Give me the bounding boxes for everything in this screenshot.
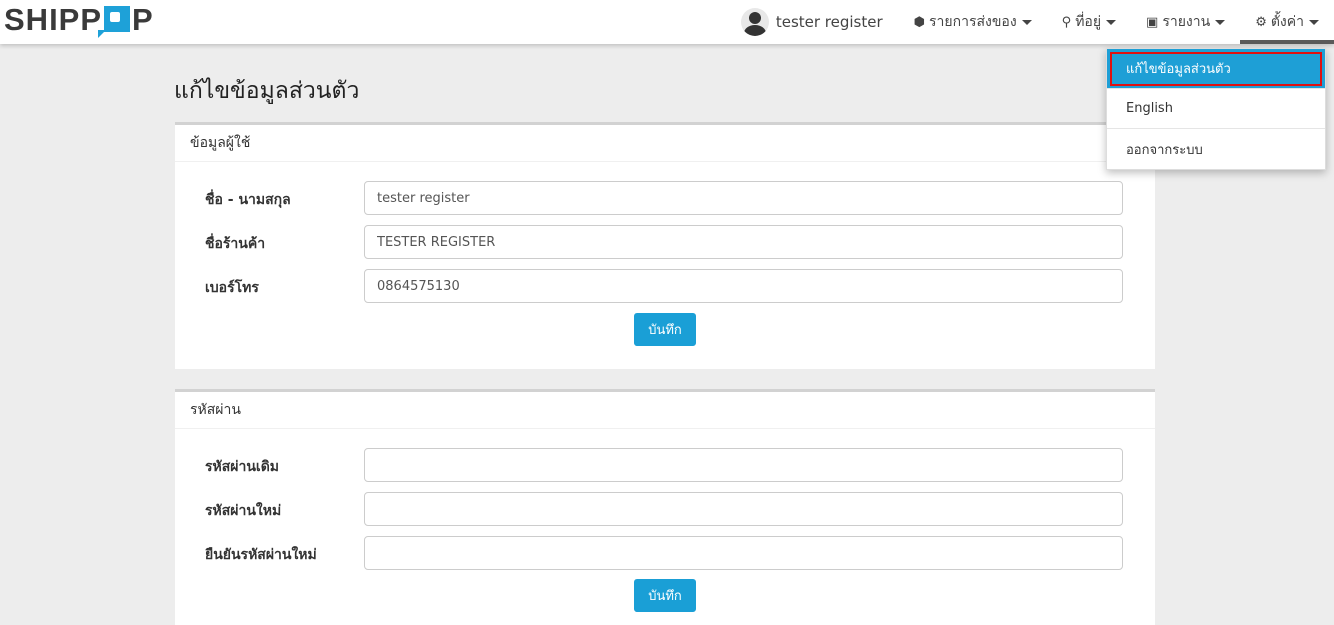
logo-text-left: SHIPP bbox=[4, 2, 103, 37]
user-info-panel: ข้อมูลผู้ใช้ ชื่อ - นามสกุล ชื่อร้านค้า … bbox=[175, 122, 1155, 369]
caret-down-icon bbox=[1215, 19, 1226, 25]
shopname-label: ชื่อร้านค้า bbox=[205, 236, 266, 252]
confirm-password-label: ยืนยันรหัสผ่านใหม่ bbox=[205, 547, 317, 563]
nav-menu: tester register ⬢ รายการส่งของ ⚲ ที่อยู่… bbox=[725, 0, 1334, 44]
form-row-shopname: ชื่อร้านค้า bbox=[175, 225, 1155, 259]
fullname-label: ชื่อ - นามสกุล bbox=[205, 192, 291, 208]
page-title: แก้ไขข้อมูลส่วนตัว bbox=[174, 78, 360, 104]
form-row-new-password: รหัสผ่านใหม่ bbox=[175, 492, 1155, 526]
nav-item-settings[interactable]: ⚙ ตั้งค่า bbox=[1240, 0, 1334, 44]
user-menu[interactable]: tester register bbox=[725, 0, 899, 44]
form-row-confirm-password: ยืนยันรหัสผ่านใหม่ bbox=[175, 536, 1155, 570]
settings-dropdown: แก้ไขข้อมูลส่วนตัว English ออกจากระบบ bbox=[1106, 48, 1326, 170]
nav-item-label: ที่อยู่ bbox=[1075, 14, 1102, 30]
new-password-input[interactable] bbox=[364, 492, 1123, 526]
panel-heading: รหัสผ่าน bbox=[175, 392, 1155, 429]
gear-icon: ⚙ bbox=[1255, 14, 1267, 30]
map-marker-icon: ⚲ bbox=[1061, 14, 1072, 30]
menu-item-edit-profile[interactable]: แก้ไขข้อมูลส่วนตัว bbox=[1107, 49, 1325, 89]
old-password-input[interactable] bbox=[364, 448, 1123, 482]
new-password-label: รหัสผ่านใหม่ bbox=[205, 503, 282, 519]
caret-down-icon bbox=[1106, 19, 1117, 25]
nav-item-shipments[interactable]: ⬢ รายการส่งของ bbox=[899, 0, 1047, 44]
phone-input[interactable] bbox=[364, 269, 1123, 303]
caret-down-icon bbox=[1309, 19, 1319, 25]
top-navbar: SHIPP P tester register ⬢ รายการส่งของ ⚲ … bbox=[0, 0, 1334, 44]
shippop-logo[interactable]: SHIPP P bbox=[4, 2, 154, 38]
panel-heading: ข้อมูลผู้ใช้ bbox=[175, 125, 1155, 162]
file-pdf-icon: ▣ bbox=[1146, 14, 1159, 30]
nav-item-address[interactable]: ⚲ ที่อยู่ bbox=[1047, 0, 1131, 44]
nav-item-label: รายงาน bbox=[1162, 14, 1211, 30]
nav-item-label: ตั้งค่า bbox=[1270, 14, 1304, 30]
phone-label: เบอร์โทร bbox=[205, 280, 259, 296]
password-panel: รหัสผ่าน รหัสผ่านเดิม รหัสผ่านใหม่ ยืนยั… bbox=[175, 389, 1155, 625]
menu-item-english[interactable]: English bbox=[1107, 89, 1325, 129]
form-row-phone: เบอร์โทร bbox=[175, 269, 1155, 303]
user-avatar-icon bbox=[740, 8, 769, 36]
nav-item-reports[interactable]: ▣ รายงาน bbox=[1131, 0, 1240, 44]
logo-o-icon bbox=[98, 6, 131, 38]
old-password-label: รหัสผ่านเดิม bbox=[205, 459, 280, 475]
user-name: tester register bbox=[775, 13, 883, 31]
form-row-old-password: รหัสผ่านเดิม bbox=[175, 448, 1155, 482]
save-profile-button[interactable]: บันทึก bbox=[634, 313, 696, 346]
confirm-password-input[interactable] bbox=[364, 536, 1123, 570]
fullname-input[interactable] bbox=[364, 181, 1123, 215]
caret-down-icon bbox=[1021, 19, 1032, 25]
menu-item-logout[interactable]: ออกจากระบบ bbox=[1107, 129, 1325, 169]
box-icon: ⬢ bbox=[913, 14, 926, 30]
nav-item-label: รายการส่งของ bbox=[929, 14, 1017, 30]
save-password-button[interactable]: บันทึก bbox=[634, 579, 696, 612]
form-row-fullname: ชื่อ - นามสกุล bbox=[175, 181, 1155, 215]
shopname-input[interactable] bbox=[364, 225, 1123, 259]
logo-text-right: P bbox=[132, 2, 154, 37]
